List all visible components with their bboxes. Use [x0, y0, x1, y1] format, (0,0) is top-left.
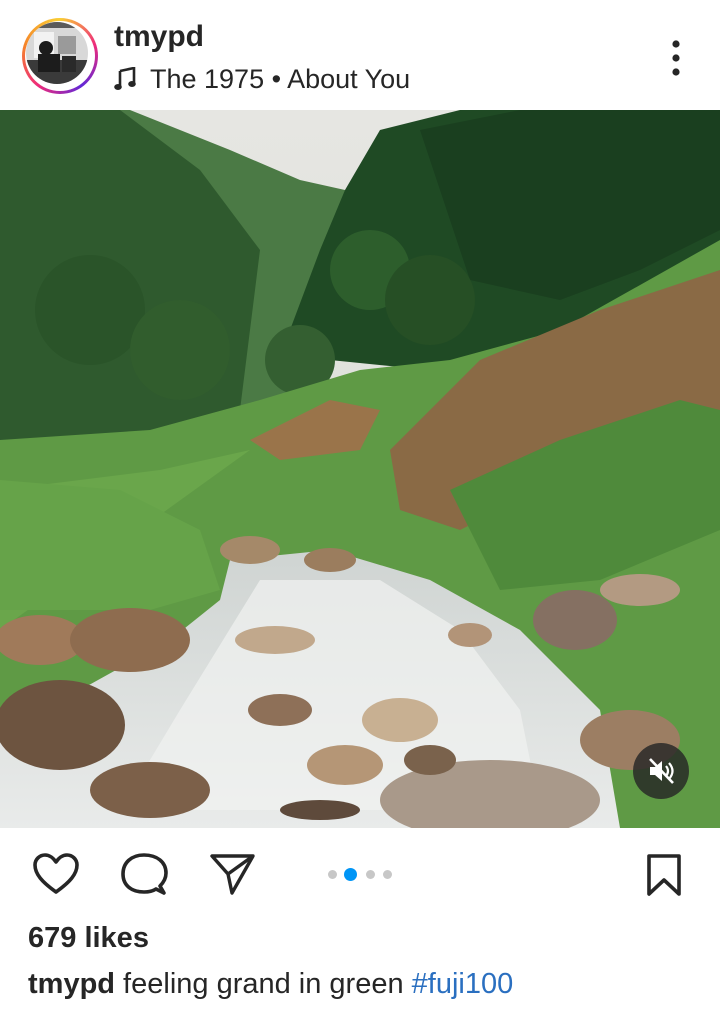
paper-plane-icon[interactable] — [208, 852, 256, 896]
carousel-indicator — [328, 868, 398, 881]
carousel-dot-active — [344, 868, 357, 881]
mute-toggle-button[interactable] — [633, 743, 689, 799]
landscape-photo — [0, 110, 720, 828]
bookmark-icon[interactable] — [644, 852, 684, 898]
story-ring[interactable] — [22, 18, 98, 94]
speaker-muted-icon — [649, 758, 674, 784]
post-photo[interactable] — [0, 110, 720, 828]
carousel-dot — [328, 870, 337, 879]
music-note-icon — [114, 67, 136, 90]
post-header: tmypd The 1975 • About You — [0, 0, 720, 110]
heart-icon[interactable] — [32, 852, 80, 896]
more-vertical-icon[interactable] — [660, 36, 692, 80]
audio-attribution[interactable]: The 1975 • About You — [150, 64, 410, 95]
post-username[interactable]: tmypd — [114, 20, 204, 54]
caption-username[interactable]: tmypd — [28, 968, 115, 1000]
carousel-dot — [366, 870, 375, 879]
carousel-dot — [383, 870, 392, 879]
audio-artist: The 1975 — [150, 64, 265, 94]
post-caption: tmypd feeling grand in green #fuji100 — [28, 968, 513, 1001]
audio-separator: • — [264, 64, 288, 94]
comment-bubble-icon[interactable] — [120, 852, 168, 898]
like-count[interactable]: 679 likes — [28, 922, 149, 955]
hashtag-link[interactable]: #fuji100 — [412, 968, 514, 1000]
avatar[interactable] — [26, 22, 88, 84]
audio-track: About You — [287, 64, 411, 94]
caption-text: feeling grand in green — [115, 968, 412, 1000]
avatar-image — [26, 22, 88, 84]
